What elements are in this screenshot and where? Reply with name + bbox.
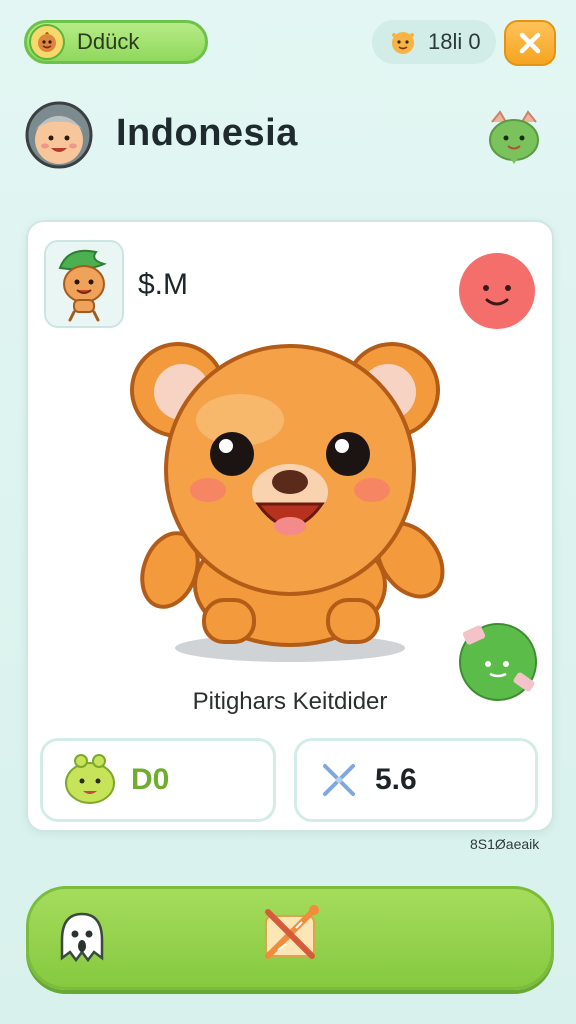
smile-face-icon[interactable] xyxy=(456,250,538,332)
ghost-icon[interactable] xyxy=(52,906,112,972)
green-creature-icon xyxy=(65,754,115,804)
stat-left-value: D0 xyxy=(131,763,170,796)
user-avatar-icon xyxy=(29,24,65,60)
currency-label: 18li 0 xyxy=(428,29,481,54)
currency-pill[interactable]: 18li 0 xyxy=(372,20,496,64)
leaf-hat-character-icon xyxy=(58,249,107,322)
close-icon xyxy=(519,32,541,54)
stat-right-value: 5.6 xyxy=(375,763,417,796)
crossed-swords-small-icon xyxy=(323,764,355,796)
dragon-icon[interactable] xyxy=(482,104,546,168)
crossed-swords-icon[interactable] xyxy=(258,900,324,966)
card-amount: $.M xyxy=(138,268,189,301)
card-avatar[interactable] xyxy=(44,240,124,328)
stat-box-left[interactable]: D0 xyxy=(40,738,276,822)
bear-character-image xyxy=(130,342,445,662)
character-name: Pitighars Keitdider xyxy=(192,688,388,715)
coin-creature-icon xyxy=(392,32,414,54)
user-pill[interactable]: Ddück xyxy=(24,20,208,64)
card-footnote: 8S1Øaeaik xyxy=(470,836,540,852)
grandpa-avatar-icon[interactable] xyxy=(24,100,94,170)
stat-box-right[interactable]: 5.6 xyxy=(294,738,538,822)
page-title: Indonesia xyxy=(116,112,298,154)
close-button[interactable] xyxy=(504,20,556,66)
user-pill-label: Ddück xyxy=(77,29,140,54)
